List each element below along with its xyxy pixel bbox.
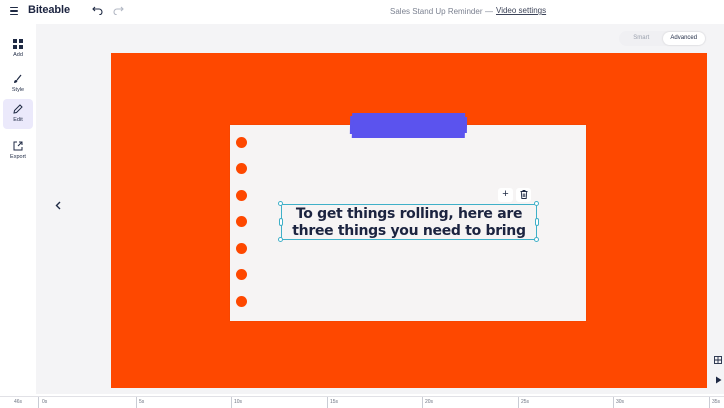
title-separator: —	[485, 7, 493, 16]
timeline-tick	[613, 397, 614, 408]
resize-handle-top-left[interactable]	[278, 201, 283, 206]
sidebar-item-edit[interactable]: Edit	[3, 99, 33, 129]
resize-handle-bottom-left[interactable]	[278, 237, 283, 242]
sidebar-item-label: Style	[11, 87, 25, 93]
trash-icon[interactable]	[516, 188, 531, 202]
paper-hole	[236, 163, 247, 174]
resize-handle-left[interactable]	[279, 218, 283, 226]
sidebar-item-export[interactable]: Export	[3, 136, 33, 166]
resize-handle-bottom-right[interactable]	[534, 237, 539, 242]
timeline-tick-label: 10s	[234, 399, 243, 405]
redo-icon[interactable]	[112, 5, 124, 17]
paper-hole	[236, 269, 247, 280]
resize-handle-right[interactable]	[535, 218, 539, 226]
timeline-total-duration: 46s	[14, 399, 23, 405]
top-bar: Biteable Sales Stand Up Reminder — Video…	[0, 0, 724, 24]
sidebar-item-add[interactable]: Add	[3, 34, 33, 64]
timeline-tick-label: 5s	[139, 399, 145, 405]
paper-hole	[236, 190, 247, 201]
timeline-tick-label: 25s	[521, 399, 530, 405]
timeline-tick-label: 35s	[712, 399, 721, 405]
mode-toggle: Smart Advanced	[619, 31, 706, 46]
plus-icon[interactable]: +	[498, 188, 513, 202]
timeline-tick-label: 30s	[616, 399, 625, 405]
undo-icon[interactable]	[92, 5, 104, 17]
paper-hole	[236, 296, 247, 307]
play-icon[interactable]	[713, 376, 723, 386]
paper-hole	[236, 137, 247, 148]
sidebar-item-label: Export	[10, 154, 26, 160]
chevron-left-icon[interactable]	[55, 201, 61, 213]
sidebar: Add Style Edit Export	[0, 24, 36, 384]
selected-text-box[interactable]: To get things rolling, here are three th…	[281, 204, 537, 240]
timeline-tick	[709, 397, 710, 408]
timeline-ruler[interactable]: 0s 5s 10s 15s 20s 25s 30s 35s	[38, 397, 724, 408]
timeline-tick	[136, 397, 137, 408]
sidebar-item-style[interactable]: Style	[3, 69, 33, 99]
sidebar-item-label: Edit	[13, 117, 23, 123]
timeline-tick	[518, 397, 519, 408]
timeline-tick-label: 20s	[425, 399, 434, 405]
scene-text[interactable]: To get things rolling, here are three th…	[282, 206, 536, 240]
video-settings-link[interactable]: Video settings	[496, 6, 546, 15]
grid-view-icon[interactable]	[713, 356, 723, 366]
timeline[interactable]: 46s 0s 5s 10s 15s 20s 25s 30s 35s	[0, 396, 724, 408]
paper-hole	[236, 243, 247, 254]
timeline-tick	[327, 397, 328, 408]
pencil-icon	[3, 102, 33, 116]
resize-handle-top-right[interactable]	[534, 201, 539, 206]
brush-icon	[3, 72, 33, 86]
mode-advanced[interactable]: Advanced	[662, 32, 705, 45]
hamburger-menu-icon[interactable]	[10, 7, 18, 15]
timeline-tick-label: 0s	[42, 399, 48, 405]
sidebar-item-label: Add	[13, 52, 23, 58]
project-title[interactable]: Sales Stand Up Reminder	[390, 7, 483, 16]
grid-icon	[3, 37, 33, 51]
app-logo[interactable]: Biteable	[28, 4, 70, 16]
mode-smart[interactable]: Smart	[620, 32, 663, 45]
timeline-tick	[231, 397, 232, 408]
export-icon	[3, 139, 33, 153]
paper-hole	[236, 216, 247, 227]
tape-strip	[351, 113, 466, 138]
timeline-tick-label: 15s	[330, 399, 339, 405]
timeline-tick	[422, 397, 423, 408]
